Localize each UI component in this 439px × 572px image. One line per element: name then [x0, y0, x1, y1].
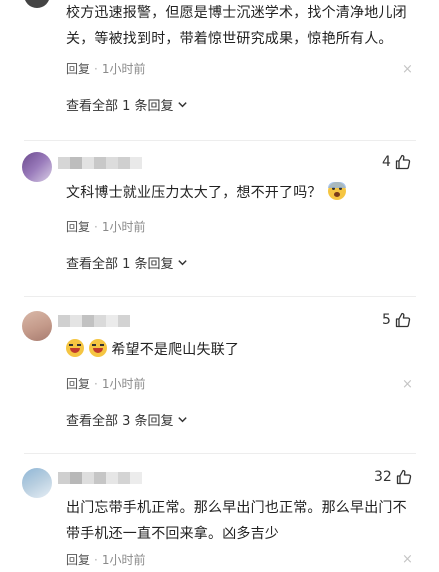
reply-button[interactable]: 回复	[66, 375, 90, 392]
thumb-up-icon	[396, 469, 412, 485]
divider	[24, 140, 416, 141]
username-blurred[interactable]	[58, 157, 142, 169]
username-blurred[interactable]	[58, 315, 130, 327]
laughing-face-emoji	[66, 339, 84, 357]
comment-meta: 回复 · 1小时前	[66, 60, 145, 77]
chevron-down-icon	[177, 417, 187, 423]
comment-text: 希望不是爬山失联了	[66, 337, 396, 363]
divider	[24, 453, 416, 454]
reply-button[interactable]: 回复	[66, 551, 90, 568]
reply-button[interactable]: 回复	[66, 218, 90, 235]
like-button[interactable]: 5	[382, 312, 411, 328]
scared-face-emoji	[328, 182, 347, 200]
view-replies-button[interactable]: 查看全部 3 条回复	[66, 410, 188, 429]
comment-time: 1小时前	[101, 220, 146, 234]
comment-meta: 回复 · 1小时前	[66, 218, 145, 235]
like-count: 32	[374, 469, 392, 485]
view-replies-button[interactable]: 查看全部 1 条回复	[66, 253, 188, 272]
avatar[interactable]	[22, 468, 52, 498]
dot-separator: ·	[94, 552, 98, 567]
dot-separator: ·	[94, 219, 98, 234]
comment-text: 校方迅速报警，但愿是博士沉迷学术，找个清净地儿闭关，等被找到时，带着惊世研究成果…	[66, 5, 407, 47]
view-replies-label: 查看全部 3 条回复	[66, 414, 174, 429]
avatar[interactable]	[24, 0, 50, 8]
comment-meta: 回复 · 1小时前	[66, 375, 145, 392]
view-replies-button[interactable]: 查看全部 1 条回复	[66, 95, 188, 114]
thumb-up-icon	[395, 312, 411, 328]
comment-text-content: 希望不是爬山失联了	[111, 342, 240, 358]
laughing-face-emoji	[88, 339, 107, 357]
thumb-up-icon	[395, 154, 411, 170]
comment-meta: 回复 · 1小时前	[66, 551, 145, 568]
like-count: 4	[382, 154, 391, 170]
comment-time: 1小时前	[101, 377, 146, 391]
close-icon[interactable]: ×	[402, 377, 413, 392]
chevron-down-icon	[177, 260, 187, 266]
view-replies-label: 查看全部 1 条回复	[66, 257, 174, 272]
like-button[interactable]: 4	[382, 154, 411, 170]
chevron-down-icon	[177, 102, 187, 108]
username-blurred[interactable]	[58, 472, 142, 484]
like-count: 5	[382, 312, 391, 328]
like-button[interactable]: 32	[374, 469, 412, 485]
view-replies-label: 查看全部 1 条回复	[66, 99, 174, 114]
close-icon[interactable]: ×	[402, 552, 413, 567]
comment-text: 文科博士就业压力太大了，想不开了吗？	[66, 180, 396, 206]
comment-text-content: 文科博士就业压力太大了，想不开了吗？	[66, 185, 322, 201]
dot-separator: ·	[94, 376, 98, 391]
dot-separator: ·	[94, 61, 98, 76]
avatar[interactable]	[22, 152, 52, 182]
comment-text: 出门忘带手机正常。那么早出门也正常。那么早出门不带手机还一直不回来拿。凶多吉少	[66, 500, 407, 542]
avatar[interactable]	[22, 311, 52, 341]
comment-time: 1小时前	[101, 553, 146, 567]
divider	[24, 296, 416, 297]
reply-button[interactable]: 回复	[66, 60, 90, 77]
close-icon[interactable]: ×	[402, 62, 413, 77]
comment-time: 1小时前	[101, 62, 146, 76]
